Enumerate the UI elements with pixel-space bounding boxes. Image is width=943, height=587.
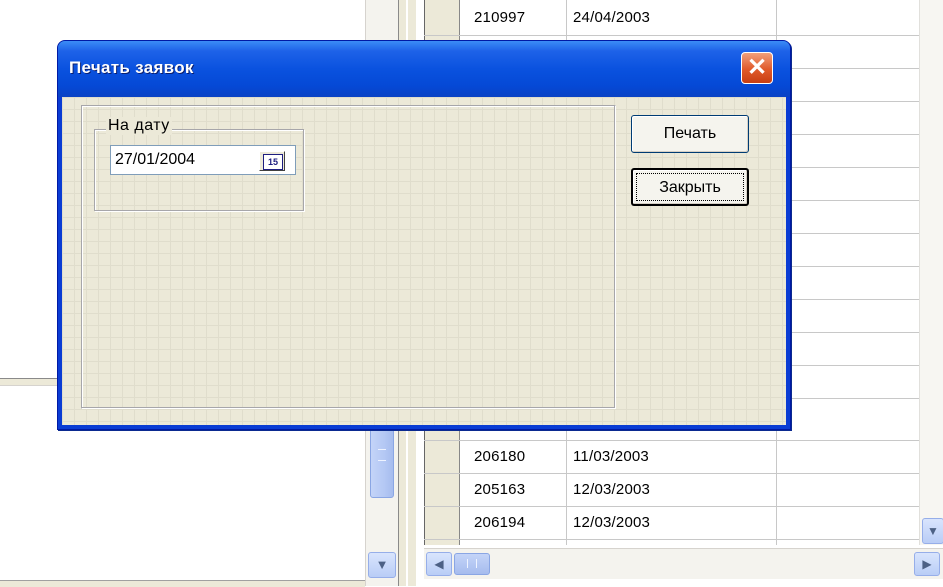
grid-horizontal-scrollbar[interactable]: ◀ ▶ bbox=[424, 548, 943, 579]
grid-hscroll-thumb[interactable] bbox=[454, 553, 490, 575]
grid-scroll-left-button[interactable]: ◀ bbox=[426, 552, 452, 576]
dialog-client-area: На дату 27/01/2004 15 Печать Закрыть bbox=[62, 97, 786, 425]
grid-row-line bbox=[424, 473, 936, 474]
grid-cell-date[interactable]: 12/03/2003 bbox=[573, 475, 650, 505]
grip-icon bbox=[467, 559, 477, 568]
chevron-down-icon: ▼ bbox=[927, 524, 939, 538]
date-group-label: На дату bbox=[106, 117, 172, 135]
grid-row-line bbox=[424, 440, 936, 441]
grid-scroll-down-button[interactable]: ▼ bbox=[922, 518, 943, 544]
grid-scroll-right-button[interactable]: ▶ bbox=[914, 552, 940, 576]
dialog-titlebar[interactable]: Печать заявок ✕ bbox=[58, 41, 790, 97]
grid-row-line bbox=[424, 539, 936, 540]
grid-row-line bbox=[424, 506, 936, 507]
chevron-left-icon: ◀ bbox=[434, 557, 444, 571]
dialog-close-button[interactable]: ✕ bbox=[741, 52, 773, 84]
grid-cell-date[interactable]: 24/04/2003 bbox=[573, 3, 650, 33]
chevron-right-icon: ▶ bbox=[922, 557, 932, 571]
grid-vertical-scrollbar[interactable]: ▼ bbox=[919, 0, 943, 545]
left-scroll-down-button[interactable]: ▼ bbox=[368, 552, 396, 578]
calendar-picker-button[interactable]: 15 bbox=[259, 151, 285, 171]
grid-cell-date[interactable]: 12/03/2003 bbox=[573, 508, 650, 538]
close-button-label: Закрыть bbox=[659, 179, 721, 196]
grid-cell-date[interactable]: 11/03/2003 bbox=[573, 442, 649, 472]
print-button[interactable]: Печать bbox=[631, 115, 749, 153]
grip-icon bbox=[378, 449, 386, 461]
grid-cell-id[interactable]: 205163 bbox=[474, 475, 525, 505]
close-icon: ✕ bbox=[746, 54, 768, 81]
calendar-icon: 15 bbox=[263, 154, 283, 170]
dialog-title: Печать заявок bbox=[69, 58, 194, 77]
print-requests-dialog: Печать заявок ✕ На дату 27/01/2004 15 Пе… bbox=[57, 40, 791, 430]
close-button[interactable]: Закрыть bbox=[631, 168, 749, 206]
grid-cell-id[interactable]: 206180 bbox=[474, 442, 525, 472]
grid-row-line bbox=[424, 35, 936, 36]
grid-cell-id[interactable]: 210997 bbox=[474, 3, 525, 33]
grid-cell-id[interactable]: 206194 bbox=[474, 508, 525, 538]
chevron-down-icon: ▼ bbox=[375, 557, 389, 572]
